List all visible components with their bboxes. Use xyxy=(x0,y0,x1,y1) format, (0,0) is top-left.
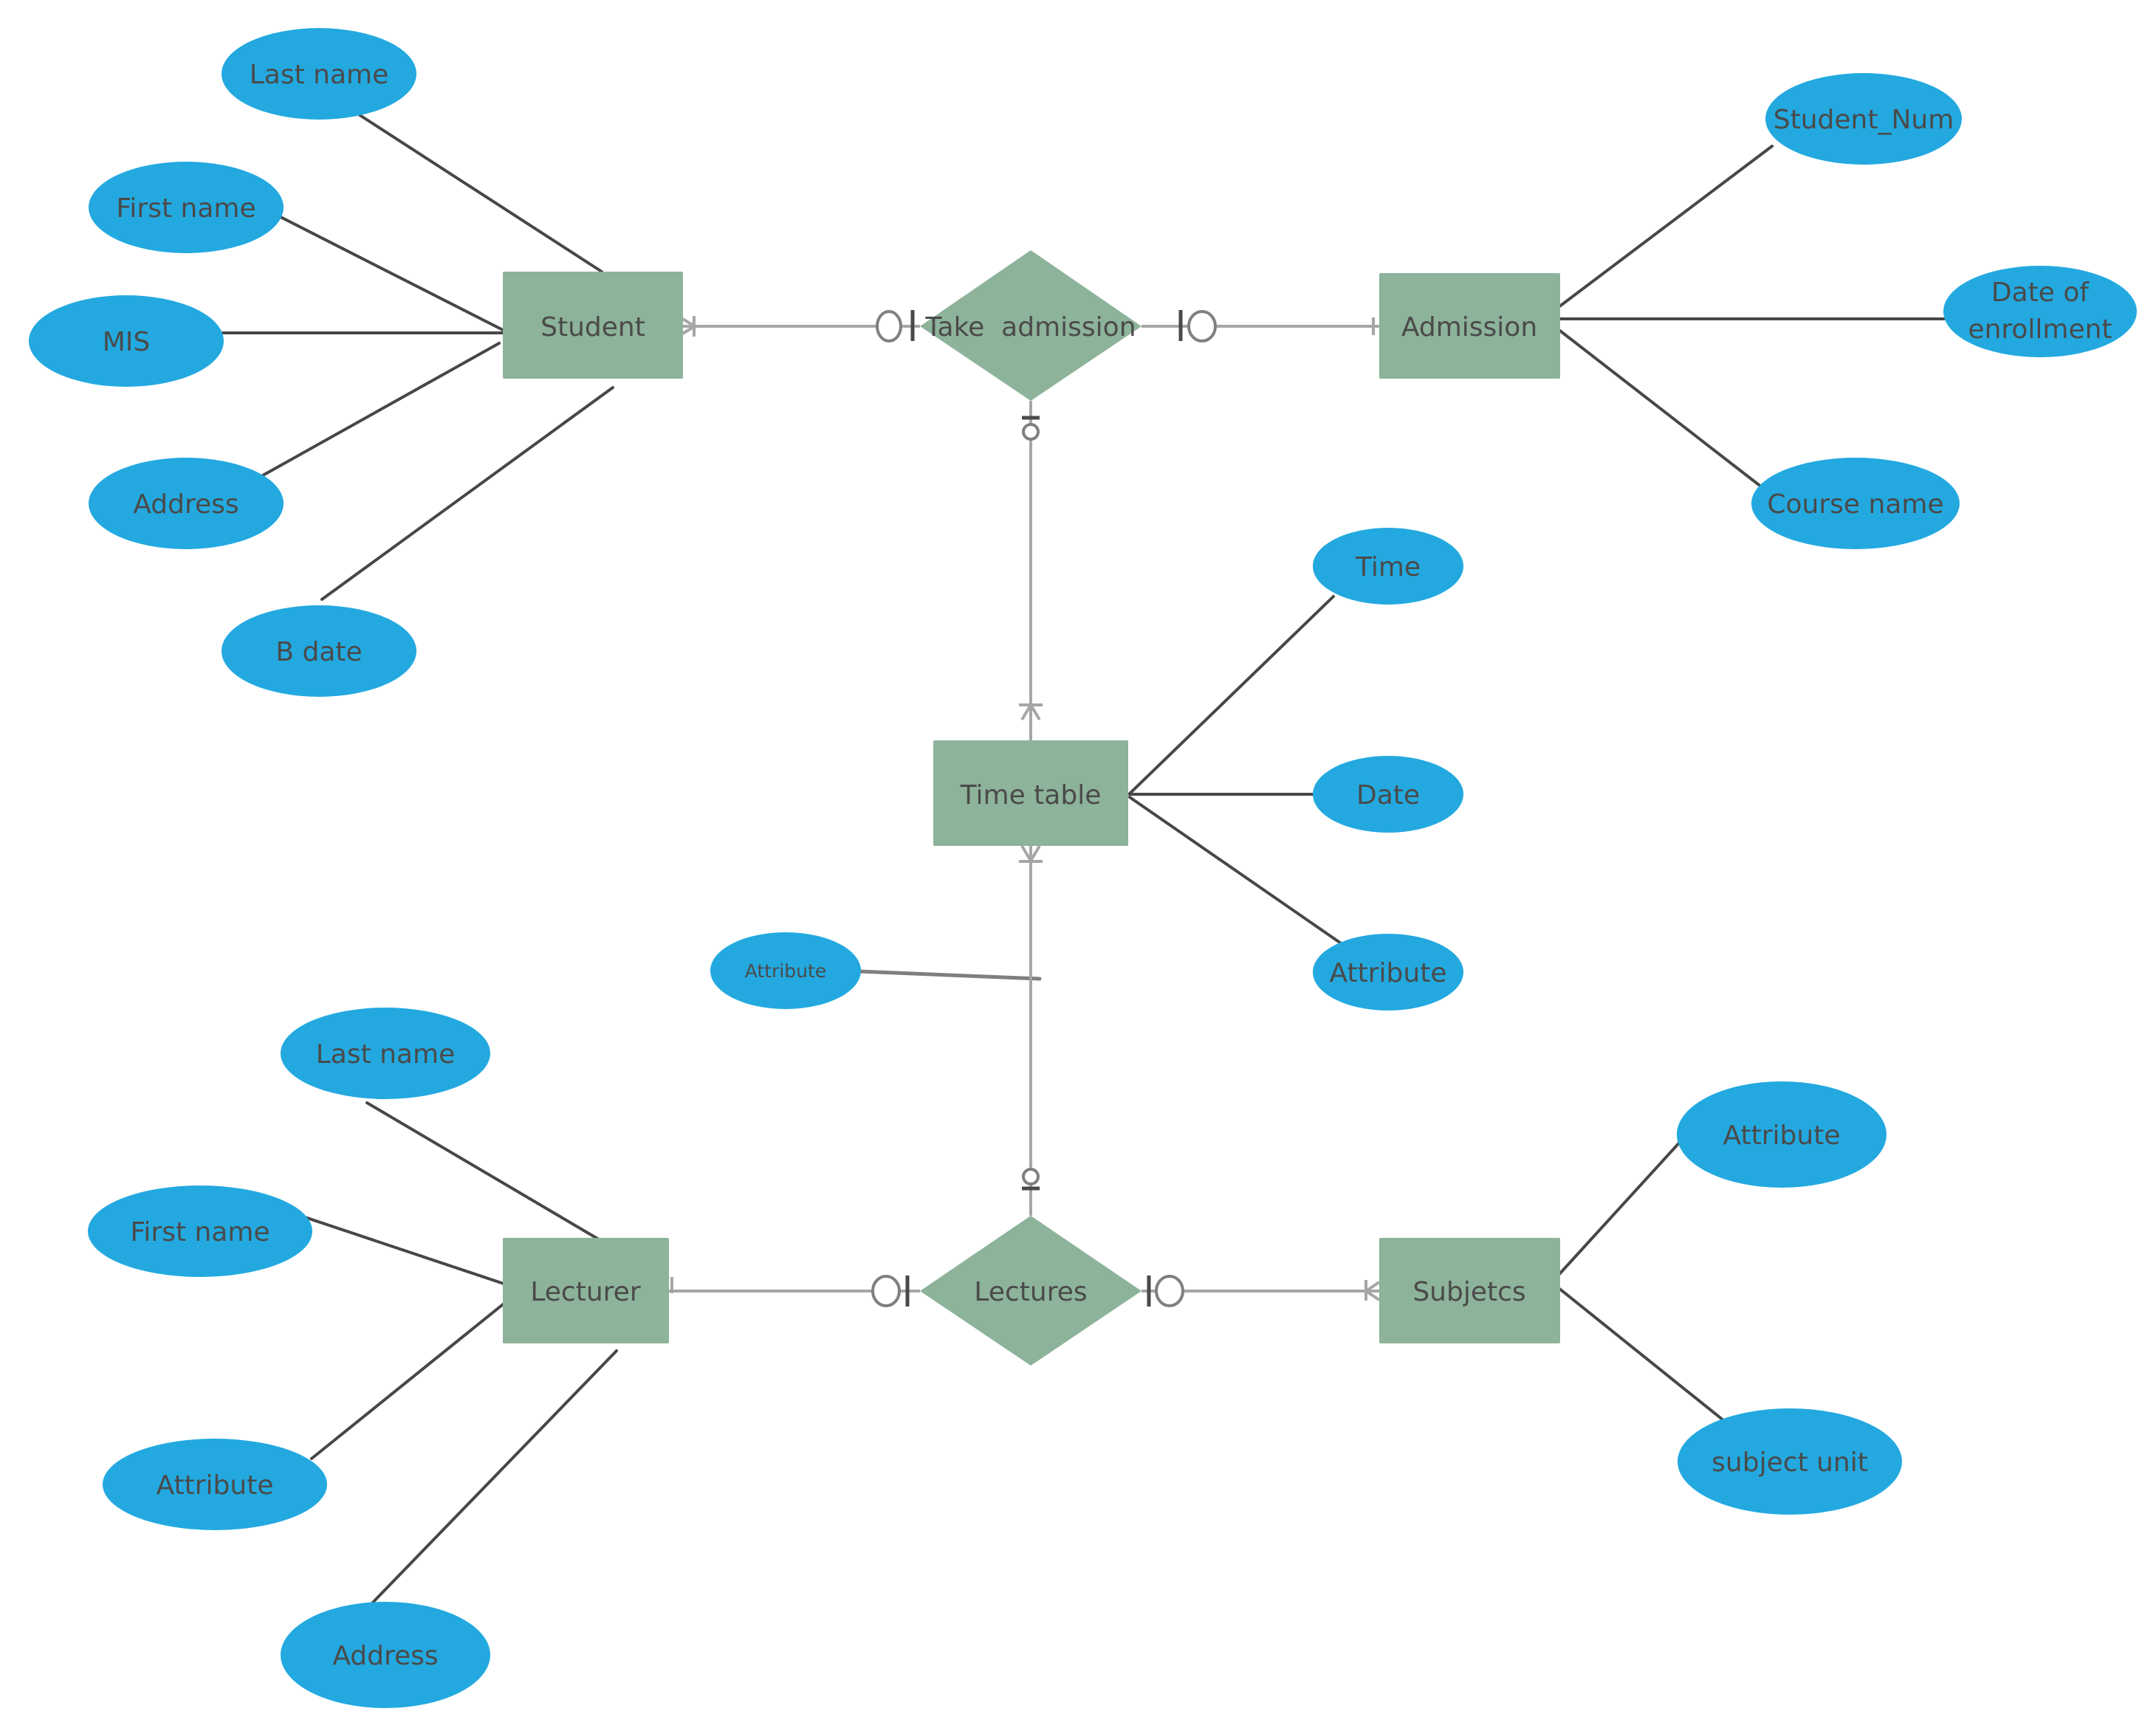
attribute-label: Time xyxy=(1355,552,1421,582)
link-timetable-time xyxy=(1128,595,1335,795)
attribute-label: Student_Num xyxy=(1774,105,1954,135)
link-admission-studentnum xyxy=(1545,145,1774,317)
relationship-take-admission[interactable]: Take admission xyxy=(920,250,1141,401)
entity-label: Admission xyxy=(1401,312,1537,342)
link-student-lastname xyxy=(351,109,603,273)
link-subjects-attribute-main xyxy=(1558,1129,1692,1276)
relationship-label: Lectures xyxy=(974,1277,1087,1307)
attribute-student-bdate[interactable]: B date xyxy=(222,605,416,697)
attribute-relationship-link[interactable]: Attribute xyxy=(710,932,861,1009)
link-lecturer-attribute xyxy=(310,1301,507,1460)
attribute-admission-dateofenrollment[interactable]: Date of enrollment xyxy=(1943,266,2137,357)
attribute-label: subject unit xyxy=(1712,1448,1868,1478)
entity-label: Time table xyxy=(960,780,1102,810)
attribute-label: Attribute xyxy=(1330,958,1447,988)
link-timetable-attribute xyxy=(1128,796,1347,948)
attribute-label: Address xyxy=(133,489,238,520)
attribute-student-lastname[interactable]: Last name xyxy=(222,28,416,120)
attribute-label: Date of xyxy=(1991,278,2090,308)
entity-student[interactable]: Student xyxy=(503,272,683,379)
attribute-label: Attribute xyxy=(745,960,826,982)
attribute-label: First name xyxy=(116,193,255,224)
attribute-label: Address xyxy=(332,1641,438,1671)
attribute-subjects-attribute[interactable]: Attribute xyxy=(1677,1081,1886,1188)
link-admission-coursename xyxy=(1553,325,1766,491)
attribute-student-address[interactable]: Address xyxy=(89,458,284,549)
relationship-lectures[interactable]: Lectures xyxy=(920,1216,1141,1366)
attribute-lecturer-lastname[interactable]: Last name xyxy=(281,1008,490,1099)
attribute-label: enrollment xyxy=(1968,314,2112,345)
link-student-address xyxy=(255,342,501,481)
attribute-student-firstname[interactable]: First name xyxy=(89,162,284,253)
attribute-label: Attribute xyxy=(1723,1121,1841,1151)
entity-label: Student xyxy=(540,312,645,342)
attribute-subjects-unit[interactable]: subject unit xyxy=(1678,1408,1902,1515)
attribute-lecturer-attribute[interactable]: Attribute xyxy=(103,1439,327,1530)
attribute-label: First name xyxy=(130,1217,270,1247)
link-lecturer-firstname xyxy=(277,1207,507,1286)
attribute-lecturer-firstname[interactable]: First name xyxy=(88,1185,312,1277)
attribute-label: Date xyxy=(1356,780,1420,810)
attribute-admission-studentnum[interactable]: Student_Num xyxy=(1765,73,1962,165)
entity-lecturer[interactable]: Lecturer xyxy=(503,1238,669,1343)
attribute-timetable-attribute[interactable]: Attribute xyxy=(1313,934,1463,1011)
link-student-firstname xyxy=(276,214,506,332)
attribute-timetable-time[interactable]: Time xyxy=(1313,528,1463,605)
attribute-student-mis[interactable]: MIS xyxy=(29,295,224,387)
er-diagram-canvas: Student Admission Time table Lecturer Su… xyxy=(29,28,2137,1708)
attribute-admission-coursename[interactable]: Course name xyxy=(1751,458,1960,549)
attribute-label: B date xyxy=(275,637,362,667)
attribute-lecturer-address[interactable]: Address xyxy=(281,1602,490,1708)
attribute-label: Last name xyxy=(316,1039,456,1070)
link-lecturer-lastname xyxy=(365,1101,617,1250)
attribute-timetable-date[interactable]: Date xyxy=(1313,756,1463,833)
link-subjects-unit xyxy=(1554,1284,1728,1425)
entity-subjects[interactable]: Subjetcs xyxy=(1379,1238,1560,1343)
attribute-label: MIS xyxy=(103,327,151,357)
attribute-label: Last name xyxy=(250,60,389,90)
relationship-label: Take admission xyxy=(924,312,1136,342)
entity-admission[interactable]: Admission xyxy=(1379,273,1560,379)
entity-timetable[interactable]: Time table xyxy=(933,740,1128,846)
entity-label: Subjetcs xyxy=(1412,1277,1525,1307)
entity-label: Lecturer xyxy=(530,1277,640,1307)
attribute-label: Attribute xyxy=(157,1470,274,1501)
attribute-label: Course name xyxy=(1767,489,1943,520)
link-relationship-attribute xyxy=(858,969,1042,981)
link-lecturer-address xyxy=(368,1349,618,1608)
